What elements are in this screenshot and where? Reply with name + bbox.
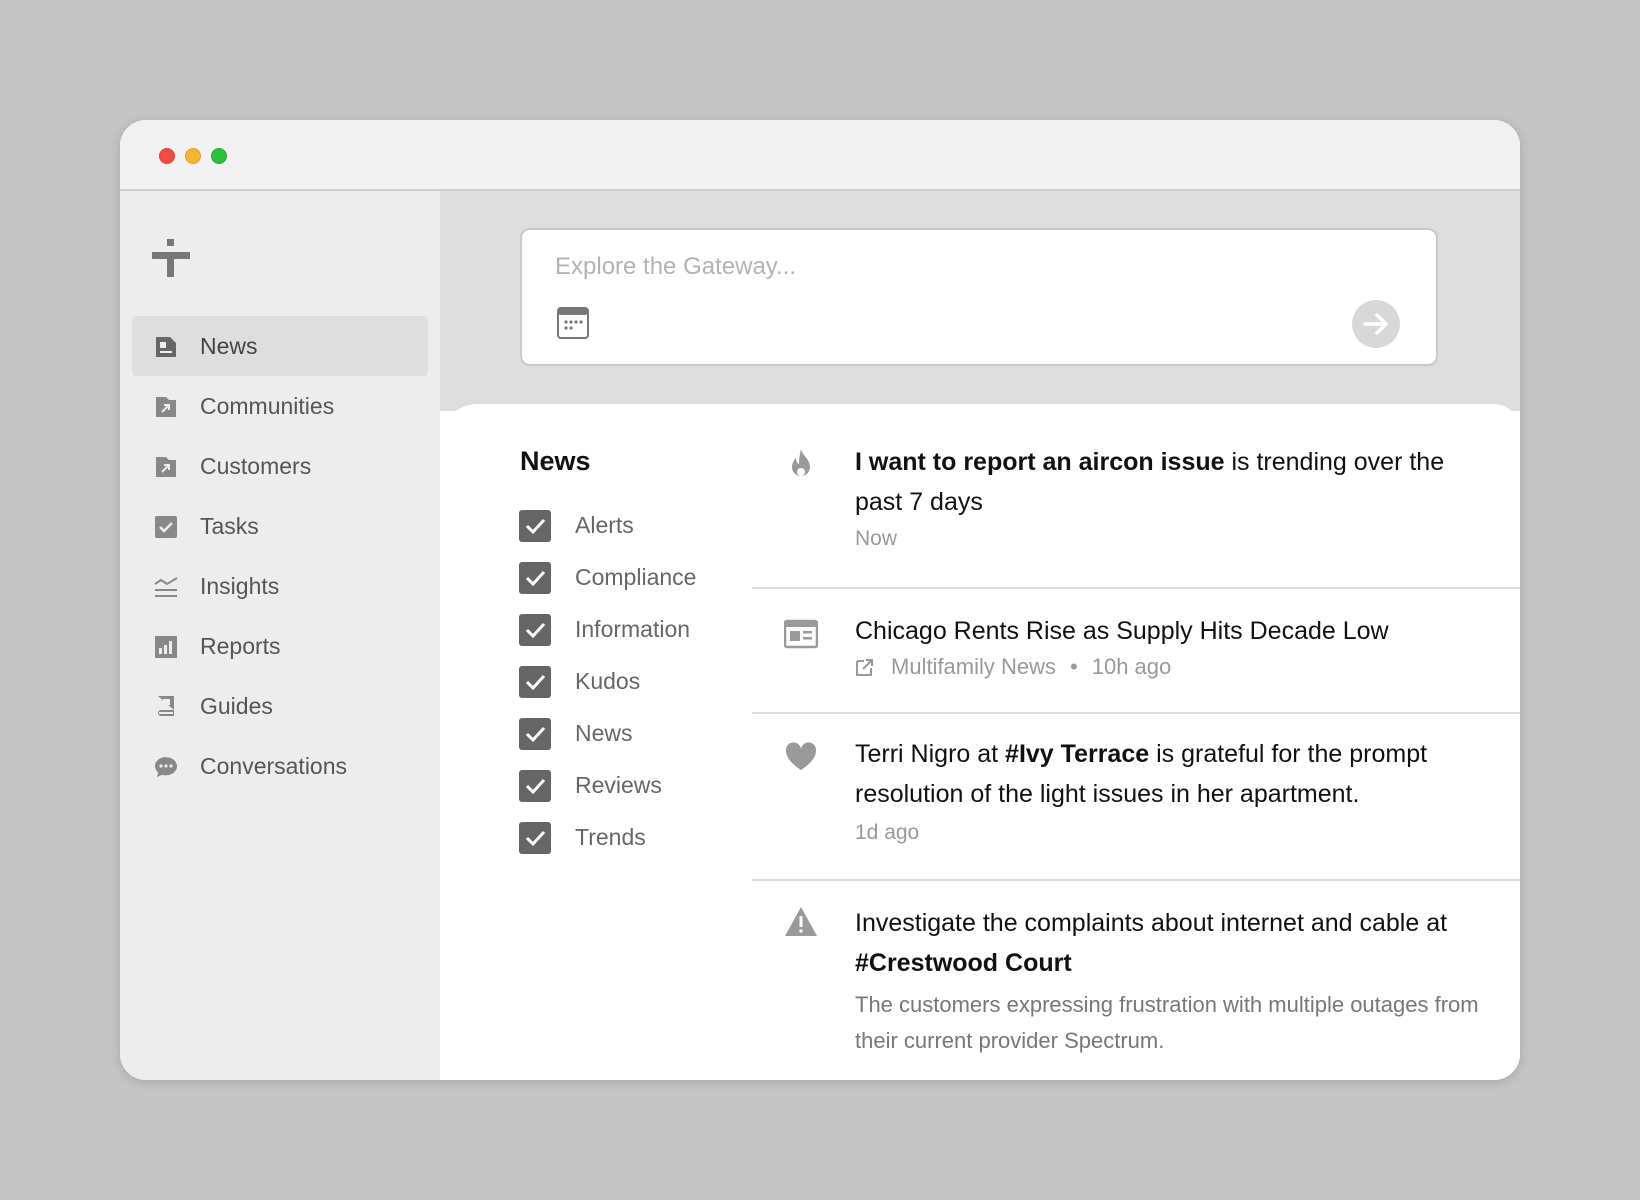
sidebar-item-tasks[interactable]: Tasks bbox=[132, 496, 428, 556]
article-icon bbox=[784, 619, 818, 649]
chart-area-icon bbox=[154, 577, 178, 597]
sidebar-item-customers[interactable]: Customers bbox=[132, 436, 428, 496]
checkbox[interactable] bbox=[519, 718, 551, 750]
title-bar bbox=[120, 120, 1520, 191]
news-feed: I want to report an aircon issue is tren… bbox=[752, 404, 1520, 1080]
checkmark-icon bbox=[525, 726, 546, 743]
sidebar-item-label: News bbox=[200, 332, 258, 359]
feed-item-article[interactable]: Chicago Rents Rise as Supply Hits Decade… bbox=[752, 589, 1520, 714]
filter-label: Information bbox=[575, 616, 691, 642]
sidebar-item-label: Customers bbox=[200, 452, 312, 479]
filter-label: Kudos bbox=[575, 668, 641, 694]
feed-item-kudos[interactable]: Terri Nigro at #Ivy Terrace is grateful … bbox=[752, 714, 1520, 881]
bar-chart-icon bbox=[155, 636, 177, 658]
sidebar-item-news[interactable]: News bbox=[132, 316, 428, 376]
filter-reviews[interactable]: Reviews bbox=[519, 769, 739, 821]
article-source[interactable]: Multifamily News bbox=[891, 654, 1056, 680]
building-arrow-icon bbox=[156, 457, 176, 477]
search-box bbox=[520, 228, 1438, 366]
checkbox[interactable] bbox=[519, 614, 551, 646]
search-input[interactable] bbox=[555, 250, 1355, 284]
filter-compliance[interactable]: Compliance bbox=[519, 561, 739, 613]
feed-item-alert[interactable]: Investigate the complaints about interne… bbox=[752, 881, 1520, 1080]
filter-label: News bbox=[575, 720, 633, 746]
filter-alerts[interactable]: Alerts bbox=[519, 509, 739, 561]
building-arrow-icon bbox=[156, 397, 176, 417]
feed-item-description: The customers expressing frustration wit… bbox=[855, 992, 1479, 1053]
filters-title: News bbox=[520, 446, 591, 476]
sidebar-item-communities[interactable]: Communities bbox=[132, 376, 428, 436]
news-panel: News Alerts Compliance Information Kudos… bbox=[440, 404, 1520, 1080]
trend-topic: I want to report an aircon issue bbox=[855, 448, 1225, 476]
checkbox[interactable] bbox=[519, 510, 551, 542]
filter-label: Reviews bbox=[575, 772, 662, 798]
arrow-right-icon bbox=[1363, 313, 1388, 335]
checkmark-icon bbox=[525, 622, 546, 639]
checkbox[interactable] bbox=[519, 666, 551, 698]
sidebar-item-conversations[interactable]: Conversations bbox=[132, 736, 428, 796]
sidebar-item-reports[interactable]: Reports bbox=[132, 616, 428, 676]
minimize-window-button[interactable] bbox=[185, 148, 201, 164]
checkbox[interactable] bbox=[519, 562, 551, 594]
sidebar-item-label: Reports bbox=[200, 632, 281, 659]
feed-item-time: 10h ago bbox=[1091, 654, 1172, 679]
book-icon bbox=[158, 696, 174, 716]
filter-news[interactable]: News bbox=[519, 717, 739, 769]
feed-item-time: Now bbox=[855, 527, 898, 550]
filter-list: Alerts Compliance Information Kudos News… bbox=[519, 509, 739, 873]
feed-item-title: I want to report an aircon issue is tren… bbox=[855, 442, 1490, 522]
checkmark-icon bbox=[525, 518, 546, 535]
newspaper-icon bbox=[156, 337, 176, 357]
feed-item-title: Chicago Rents Rise as Supply Hits Decade… bbox=[855, 617, 1389, 645]
checkbox-icon bbox=[155, 516, 177, 538]
article-source-row: Multifamily News • 10h ago bbox=[855, 654, 1490, 680]
calendar-icon[interactable] bbox=[557, 307, 589, 339]
search-area bbox=[440, 191, 1520, 411]
feed-item-time: 1d ago bbox=[855, 821, 920, 844]
sidebar-item-label: Communities bbox=[200, 392, 335, 419]
warning-icon bbox=[785, 907, 817, 936]
sidebar-item-label: Insights bbox=[200, 572, 280, 599]
sidebar-item-label: Conversations bbox=[200, 752, 348, 779]
filter-label: Trends bbox=[575, 824, 646, 850]
filter-kudos[interactable]: Kudos bbox=[519, 665, 739, 717]
sidebar-item-label: Tasks bbox=[200, 512, 259, 539]
maximize-window-button[interactable] bbox=[211, 148, 227, 164]
feed-item-title: Terri Nigro at #Ivy Terrace is grateful … bbox=[855, 734, 1490, 814]
sidebar-nav: News Communities Customers Tasks Insight… bbox=[132, 316, 428, 796]
meta-separator: • bbox=[1070, 654, 1078, 679]
app-window: News Communities Customers Tasks Insight… bbox=[120, 120, 1520, 1080]
community-tag[interactable]: #Ivy Terrace bbox=[1005, 740, 1149, 768]
flame-icon bbox=[792, 449, 810, 476]
checkbox[interactable] bbox=[519, 822, 551, 854]
checkmark-icon bbox=[525, 570, 546, 587]
sidebar: News Communities Customers Tasks Insight… bbox=[120, 191, 440, 1080]
close-window-button[interactable] bbox=[159, 148, 175, 164]
filter-trends[interactable]: Trends bbox=[519, 821, 739, 873]
heart-icon bbox=[785, 742, 817, 770]
sidebar-item-label: Guides bbox=[200, 692, 273, 719]
filter-label: Alerts bbox=[575, 512, 634, 538]
checkmark-icon bbox=[525, 778, 546, 795]
sidebar-item-guides[interactable]: Guides bbox=[132, 676, 428, 736]
checkmark-icon bbox=[525, 830, 546, 847]
chat-bubble-icon bbox=[155, 757, 177, 777]
community-tag[interactable]: #Crestwood Court bbox=[855, 949, 1072, 977]
checkmark-icon bbox=[525, 674, 546, 691]
feed-item-title: Investigate the complaints about interne… bbox=[855, 903, 1490, 983]
filter-label: Compliance bbox=[575, 564, 697, 590]
filter-information[interactable]: Information bbox=[519, 613, 739, 665]
feed-item-trend[interactable]: I want to report an aircon issue is tren… bbox=[752, 404, 1520, 589]
external-link-icon[interactable] bbox=[855, 657, 875, 677]
submit-search-button[interactable] bbox=[1352, 300, 1400, 348]
app-logo-icon bbox=[152, 239, 190, 277]
checkbox[interactable] bbox=[519, 770, 551, 802]
sidebar-item-insights[interactable]: Insights bbox=[132, 556, 428, 616]
alert-text: Investigate the complaints about interne… bbox=[855, 909, 1448, 937]
kudos-text-pre: Terri Nigro at bbox=[855, 740, 1006, 768]
